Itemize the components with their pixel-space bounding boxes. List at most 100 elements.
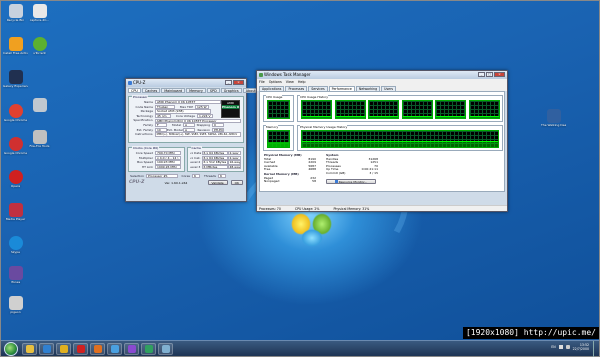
system-stats: System Handles 31268 Threads 1251 Processe… — [326, 153, 378, 184]
desktop-icon[interactable] — [27, 98, 52, 113]
status-processes: Processes: 70 — [259, 207, 281, 211]
desktop-icon[interactable]: Install Free Antivirus — [3, 37, 28, 56]
cpuz-app-icon — [128, 81, 132, 85]
taskbar-cpuz-button[interactable] — [124, 342, 139, 355]
desktop-icon[interactable]: Media Player — [3, 203, 28, 222]
desktop-icon[interactable]: capture-2C... — [27, 4, 52, 23]
taskbar-app-button[interactable] — [141, 342, 156, 355]
cpu-usage-meter — [267, 100, 290, 119]
game-icon — [546, 109, 561, 123]
tray-flag-icon[interactable] — [558, 345, 563, 349]
cpuz-window: CPU-Z _ × CPU Caches Mainboard Memory SPD… — [125, 78, 259, 202]
desktop-icon[interactable]: iTunes — [3, 266, 28, 285]
messenger-icon — [110, 344, 119, 353]
ok-button[interactable]: OK — [230, 180, 243, 186]
status-memory: Physical Memory: 31% — [333, 207, 370, 211]
wallpaper-logo-green — [312, 213, 332, 235]
clocks-cache-row: Clocks (Core #0) Core Speed 799.70 MHz Mu… — [126, 145, 246, 174]
tab-graphics[interactable]: Graphics — [220, 88, 242, 93]
start-button[interactable] — [4, 341, 18, 356]
taskbar-opera-button[interactable] — [73, 342, 88, 355]
taskbar-chrome-button[interactable] — [56, 342, 71, 355]
menu-options[interactable]: Options — [269, 79, 282, 85]
field-row: Instructions MMX(+), 3DNow!(+), SSE, SSE2… — [131, 132, 241, 137]
taskbar-taskmgr-button[interactable] — [158, 342, 173, 355]
desktop-icon[interactable]: Galaxy Experience — [3, 70, 28, 89]
opera-icon — [76, 344, 85, 353]
recycle-bin-icon — [8, 4, 23, 18]
volume-icon[interactable] — [565, 345, 570, 349]
desktop-icon[interactable]: Fire-Fox Tools — [27, 130, 52, 149]
memory-meter — [267, 130, 290, 148]
taskbar-explorer-button[interactable] — [22, 342, 37, 355]
status-bar: Processes: 70 CPU Usage: 2% Physical Mem… — [257, 205, 507, 211]
antivirus-icon — [8, 37, 23, 51]
shield-icon — [334, 179, 338, 183]
desktop-icon-right[interactable]: The Walking Dead 1 — [541, 109, 566, 128]
menu-view[interactable]: View — [286, 79, 294, 85]
taskbar-messenger-button[interactable] — [107, 342, 122, 355]
language-indicator[interactable]: EN — [551, 345, 555, 349]
desktop-icon[interactable]: Opera — [3, 170, 28, 189]
itunes-icon — [8, 266, 23, 280]
cpu-core-graph — [435, 100, 466, 119]
cpuz-tabs: CPU Caches Mainboard Memory SPD Graphics… — [126, 87, 259, 94]
taskbar-media-button[interactable] — [39, 342, 54, 355]
dvd-icon — [32, 98, 47, 112]
desktop-icon[interactable]: uTorrent — [27, 37, 52, 56]
status-cpu: CPU Usage: 2% — [294, 207, 320, 211]
taskbar-apps — [22, 342, 175, 355]
cpuz-titlebar[interactable]: CPU-Z _ × — [126, 79, 246, 87]
galaxy-icon — [8, 70, 23, 84]
cpu-core-graph — [301, 100, 332, 119]
tab-caches[interactable]: Caches — [141, 88, 161, 93]
processor-select[interactable]: Processor #1 — [146, 174, 178, 179]
chrome-icon — [8, 104, 23, 118]
tab-cpu[interactable]: CPU — [128, 88, 141, 93]
app-icon — [144, 344, 153, 353]
menu-help[interactable]: Help — [298, 79, 306, 85]
media-icon — [42, 344, 51, 353]
desktop-icon[interactable]: Google Chrome — [3, 137, 28, 156]
taskmgr-titlebar[interactable]: Windows Task Manager _ □ × — [257, 71, 507, 79]
version-label: Ver. 1.60.1.x64 — [164, 180, 188, 185]
file-icon — [8, 296, 23, 310]
processor-group: Processor AMD Phenom II Name AMD Phenom II… — [128, 95, 244, 143]
cpuz-logo: CPU-Z — [129, 180, 145, 186]
taskbar: EN 13:52 22/7/2000 — [1, 340, 599, 357]
media-player-icon — [8, 203, 23, 217]
skype-icon — [8, 236, 23, 250]
cpu-core-graph — [401, 100, 433, 119]
group-label: Processor — [132, 95, 149, 99]
wallpaper-logo-yellow — [291, 213, 311, 235]
desktop-icon[interactable]: Skype — [3, 236, 28, 255]
show-desktop-button[interactable] — [593, 341, 599, 357]
tab-spd[interactable]: SPD — [206, 88, 220, 93]
close-button[interactable]: × — [233, 80, 244, 85]
wallpaper-logo-blue — [301, 229, 323, 247]
maximize-button[interactable]: □ — [486, 72, 493, 77]
memory-history-graph — [301, 130, 499, 148]
cpu-history-box: CPU Usage History — [297, 95, 503, 122]
performance-panel: CPU Usage CPU Usage History Memory Physi… — [259, 91, 505, 192]
minimize-button[interactable]: _ — [225, 80, 232, 85]
cpu-usage-box: CPU Usage — [263, 95, 294, 122]
desktop-icon[interactable]: Recycle Bin — [3, 4, 28, 23]
menu-file[interactable]: File — [259, 79, 265, 85]
memory-history-box: Physical Memory Usage History — [297, 125, 503, 151]
clock[interactable]: 13:52 22/7/2000 — [573, 343, 589, 351]
desktop-icon-area: Recycle Bin capture-2C... Install Free A… — [3, 4, 53, 322]
validate-button[interactable]: Validate — [207, 180, 228, 186]
task-manager-window: Windows Task Manager _ □ × File Options Vi… — [256, 70, 508, 212]
tools-icon — [32, 130, 47, 144]
desktop-icon[interactable]: Google Chrome — [3, 104, 28, 123]
cpuz-icon — [127, 344, 136, 353]
close-button[interactable]: × — [494, 72, 505, 77]
minimize-button[interactable]: _ — [478, 72, 485, 77]
desktop-icon[interactable]: pigeon — [3, 296, 28, 315]
tab-mainboard[interactable]: Mainboard — [161, 88, 186, 93]
cpu-core-graph — [368, 100, 399, 119]
tab-memory[interactable]: Memory — [186, 88, 206, 93]
resource-monitor-button[interactable]: Resource Monitor... — [326, 178, 376, 184]
taskbar-firefox-button[interactable] — [90, 342, 105, 355]
